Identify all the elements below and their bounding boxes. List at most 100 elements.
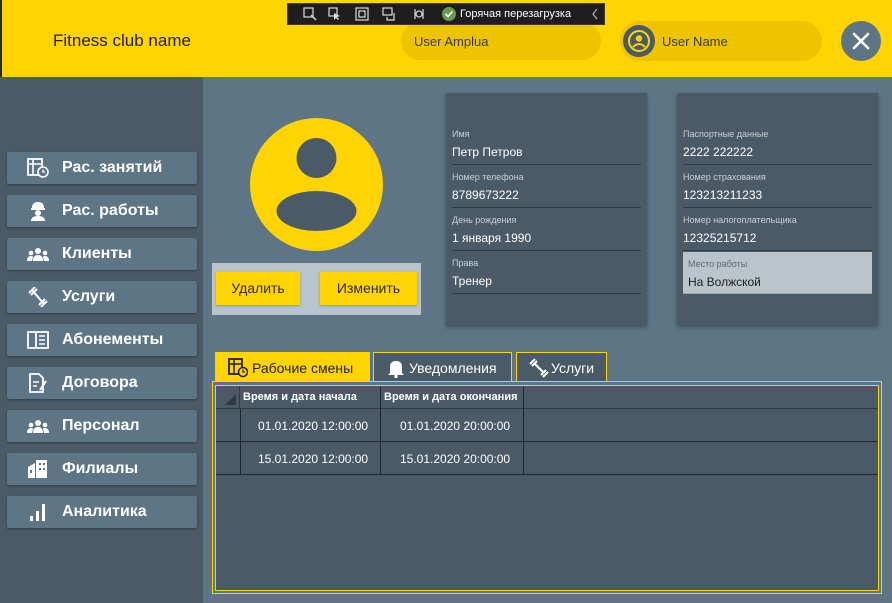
- field-taxpayer: Номер налогоплательщика 12325215712: [683, 215, 872, 251]
- delete-button[interactable]: Удалить: [216, 272, 300, 305]
- table-header: Время и дата начала Время и дата окончан…: [216, 386, 878, 409]
- staff-icon: [27, 420, 49, 433]
- field-workplace[interactable]: Место работы На Волжской: [683, 252, 872, 294]
- table-row[interactable]: 01.01.2020 12:00:00 01.01.2020 20:00:00: [216, 409, 878, 442]
- field-label: Имя: [452, 129, 470, 139]
- tab-services[interactable]: Услуги: [516, 352, 607, 382]
- hot-reload-status-icon: [442, 7, 456, 21]
- collapse-chevron-icon[interactable]: [591, 7, 599, 21]
- cell-end: 15.01.2020 20:00:00: [400, 452, 511, 466]
- field-label: Номер страхования: [683, 172, 766, 182]
- worker-icon: [31, 202, 45, 221]
- accessibility-icon[interactable]: [412, 7, 426, 21]
- window-edge: [0, 0, 2, 77]
- cell-start: 01.01.2020 12:00:00: [258, 419, 369, 433]
- sidebar-item-label: Персонал: [62, 417, 140, 434]
- cell-end: 01.01.2020 20:00:00: [400, 419, 511, 433]
- personal-info-card: Имя Петр Петров Номер телефона 878967322…: [446, 93, 647, 325]
- group-icon: [27, 248, 49, 261]
- sidebar: Рас. занятий Рас. работы Клиенты Услуги …: [0, 77, 203, 603]
- field-passport: Паспортные данные 2222 222222: [683, 129, 872, 165]
- profile-avatar-icon: [250, 118, 383, 251]
- sidebar-item-clients[interactable]: Клиенты: [7, 238, 197, 270]
- user-avatar-icon: [623, 25, 655, 57]
- field-value: 12325215712: [683, 231, 757, 245]
- chart-icon: [30, 504, 45, 521]
- tab-label: Рабочие смены: [252, 360, 354, 376]
- field-value: 1 января 1990: [452, 231, 532, 245]
- sidebar-item-branches[interactable]: Филиалы: [7, 453, 197, 485]
- field-label: Номер налогоплательщика: [683, 215, 797, 225]
- contract-icon: [29, 373, 47, 393]
- edit-button[interactable]: Изменить: [320, 272, 417, 305]
- tab-label: Уведомления: [409, 360, 497, 376]
- bell-icon: [388, 361, 404, 378]
- column-divider: [380, 386, 381, 409]
- field-birthday: День рождения 1 января 1990: [452, 215, 641, 251]
- user-amplua-field: User Amplua: [401, 22, 601, 60]
- close-button[interactable]: [841, 21, 881, 61]
- field-label: Паспортные данные: [683, 129, 769, 139]
- field-value: 123213211233: [683, 188, 763, 202]
- sidebar-item-analytics[interactable]: Аналитика: [7, 496, 197, 528]
- book-icon: [27, 331, 49, 349]
- field-insurance: Номер страхования 123213211233: [683, 172, 872, 208]
- field-role: Права Тренер: [452, 258, 641, 294]
- column-header-start[interactable]: Время и дата начала: [243, 391, 357, 403]
- field-value: Тренер: [452, 274, 492, 288]
- sidebar-item-memberships[interactable]: Абонементы: [7, 324, 197, 356]
- column-header-end[interactable]: Время и дата окончания: [384, 391, 518, 403]
- select-all-corner[interactable]: [216, 386, 240, 409]
- column-divider: [380, 409, 381, 475]
- hot-reload-label[interactable]: Горячая перезагрузка: [460, 8, 571, 20]
- sidebar-item-class-schedule[interactable]: Рас. занятий: [7, 152, 197, 184]
- calendar-clock-icon: [27, 158, 49, 178]
- building-icon: [28, 460, 47, 478]
- column-divider: [523, 386, 524, 409]
- sidebar-item-label: Услуги: [62, 288, 116, 305]
- close-icon: [852, 32, 870, 50]
- field-label: День рождения: [452, 215, 517, 225]
- tab-work-shifts[interactable]: Рабочие смены: [215, 352, 370, 382]
- cell-start: 15.01.2020 12:00:00: [258, 452, 369, 466]
- shifts-table: Время и дата начала Время и дата окончан…: [215, 385, 879, 591]
- table-row[interactable]: 15.01.2020 12:00:00 15.01.2020 20:00:00: [216, 442, 878, 475]
- sidebar-item-label: Договора: [62, 374, 138, 391]
- row-header-divider: [240, 409, 241, 475]
- track-focus-icon[interactable]: [382, 7, 396, 21]
- select-element-icon[interactable]: [303, 7, 317, 21]
- schedule-icon: [228, 358, 248, 378]
- sidebar-item-label: Клиенты: [62, 245, 132, 262]
- profile-actions-panel: Удалить Изменить: [212, 263, 421, 315]
- dumbbell-icon: [28, 287, 48, 307]
- tab-notifications[interactable]: Уведомления: [373, 352, 512, 382]
- app-title: Fitness club name: [53, 31, 191, 50]
- field-value: Петр Петров: [452, 145, 523, 159]
- layout-adorner-icon[interactable]: [355, 7, 369, 21]
- field-phone: Номер телефона 8789673222: [452, 172, 641, 208]
- sidebar-item-label: Филиалы: [62, 460, 139, 477]
- field-value: На Волжской: [688, 275, 761, 289]
- tab-label: Услуги: [551, 360, 595, 376]
- user-name-label: User Name: [662, 34, 728, 49]
- dumbbell-icon: [529, 358, 549, 378]
- sidebar-item-contracts[interactable]: Договора: [7, 367, 197, 399]
- sidebar-item-services[interactable]: Услуги: [7, 281, 197, 313]
- sidebar-item-label: Абонементы: [62, 331, 164, 348]
- corner-triangle-icon: [225, 394, 236, 405]
- user-name-pill[interactable]: User Name: [620, 21, 822, 61]
- field-label: Права: [452, 258, 479, 268]
- sidebar-item-label: Аналитика: [62, 503, 147, 520]
- field-value: 2222 222222: [683, 145, 754, 159]
- sidebar-item-work-schedule[interactable]: Рас. работы: [7, 195, 197, 227]
- sidebar-item-staff[interactable]: Персонал: [7, 410, 197, 442]
- debug-toolbar: Горячая перезагрузка: [287, 3, 605, 25]
- documents-info-card: Паспортные данные 2222 222222 Номер стра…: [677, 93, 878, 325]
- sidebar-item-label: Рас. занятий: [62, 159, 163, 176]
- column-divider: [523, 409, 524, 475]
- field-value: 8789673222: [452, 188, 519, 202]
- field-label: Место работы: [688, 259, 748, 269]
- field-name: Имя Петр Петров: [452, 129, 641, 165]
- cursor-select-icon[interactable]: [328, 7, 342, 21]
- field-label: Номер телефона: [452, 172, 524, 182]
